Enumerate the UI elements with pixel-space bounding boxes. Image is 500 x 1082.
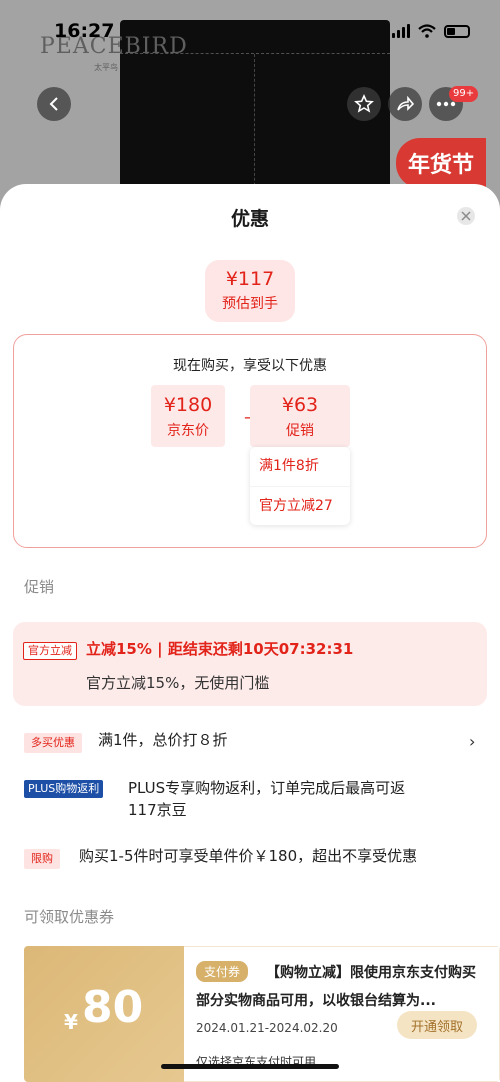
star-icon <box>354 94 374 113</box>
multi-buy-tag: 多买优惠 <box>24 733 82 753</box>
more-dots-icon <box>436 101 456 107</box>
price-breakdown: 现在购买，享受以下优惠 ¥180 京东价 – ¥63 促销 满1件8折 官方立减… <box>13 334 487 548</box>
plus-rebate-text-line2: 117京豆 <box>128 801 187 819</box>
official-discount-title: 立减15% | 距结束还剩10天07:32:31 <box>86 640 354 658</box>
chevron-right-icon: › <box>469 732 476 751</box>
share-button[interactable] <box>388 87 422 121</box>
close-button[interactable] <box>457 207 475 225</box>
estimated-price-box: ¥117 预估到手 <box>205 260 295 322</box>
breakdown-heading: 现在购买，享受以下优惠 <box>173 358 327 374</box>
offers-sheet: 优惠 ¥117 预估到手 现在购买，享受以下优惠 ¥180 京东价 – ¥63 … <box>0 184 500 1082</box>
jd-price-cell: ¥180 京东价 <box>151 385 225 447</box>
battery-icon <box>444 24 470 38</box>
coupons-label: 可领取优惠券 <box>24 908 115 926</box>
discount-detail-item: 官方立减27 <box>250 486 350 525</box>
share-icon <box>397 95 415 111</box>
discount-amount: ¥63 <box>281 394 319 416</box>
purchase-limit-tag: 限购 <box>24 849 60 869</box>
estimated-price-label: 预估到手 <box>222 296 278 312</box>
chevron-left-icon <box>49 97 58 111</box>
promotions-label: 促销 <box>24 578 55 596</box>
estimated-price: ¥117 <box>225 268 275 290</box>
jd-price-label: 京东价 <box>167 423 209 439</box>
official-discount-tag: 官方立减 <box>23 642 77 660</box>
signal-icon <box>392 24 410 38</box>
status-icons <box>392 24 470 38</box>
coupon-amount: 80 <box>82 982 144 1033</box>
back-button[interactable] <box>37 87 71 121</box>
home-indicator[interactable] <box>161 1064 339 1069</box>
jd-price: ¥180 <box>163 394 213 416</box>
favorite-button[interactable] <box>347 87 381 121</box>
plus-rebate-text-line1: PLUS专享购物返利，订单完成后最高可返 <box>128 779 406 797</box>
coupon-value: ¥ 80 <box>24 946 184 1082</box>
coupon-date: 2024.01.21-2024.02.20 <box>196 1021 338 1035</box>
purchase-limit-text: 购买1-5件时可享受单件价￥180，超出不享受优惠 <box>79 847 418 865</box>
official-discount-subtitle: 官方立减15%，无使用门槛 <box>86 674 270 692</box>
discount-detail-item: 满1件8折 <box>259 458 319 474</box>
official-discount-card: 官方立减 立减15% | 距结束还剩10天07:32:31 官方立减15%，无使… <box>13 622 487 706</box>
coupon-info: 【购物立减】限使用京东支付购买部分实物商品可用，以收银台结算为... 支付券 2… <box>184 946 500 1082</box>
cart-badge: 99+ <box>449 86 479 102</box>
close-icon <box>461 211 471 221</box>
discount-cell: ¥63 促销 <box>250 385 350 447</box>
sheet-title: 优惠 <box>230 208 269 230</box>
status-time: 16:27 <box>54 20 115 42</box>
festival-promo-tag[interactable]: 年货节 <box>396 138 486 188</box>
multi-buy-text: 满1件，总价打８折 <box>98 731 228 749</box>
plus-rebate-tag: PLUS购物返利 <box>24 780 104 798</box>
discount-details: 满1件8折 官方立减27 <box>250 447 350 525</box>
coupon-card: ¥ 80 【购物立减】限使用京东支付购买部分实物商品可用，以收银台结算为... … <box>24 946 500 1082</box>
claim-coupon-button[interactable]: 开通领取 <box>397 1011 477 1039</box>
wifi-icon <box>418 24 436 38</box>
coupon-currency: ¥ <box>64 1010 78 1034</box>
pay-coupon-tag: 支付券 <box>196 961 249 982</box>
discount-label: 促销 <box>286 423 314 439</box>
